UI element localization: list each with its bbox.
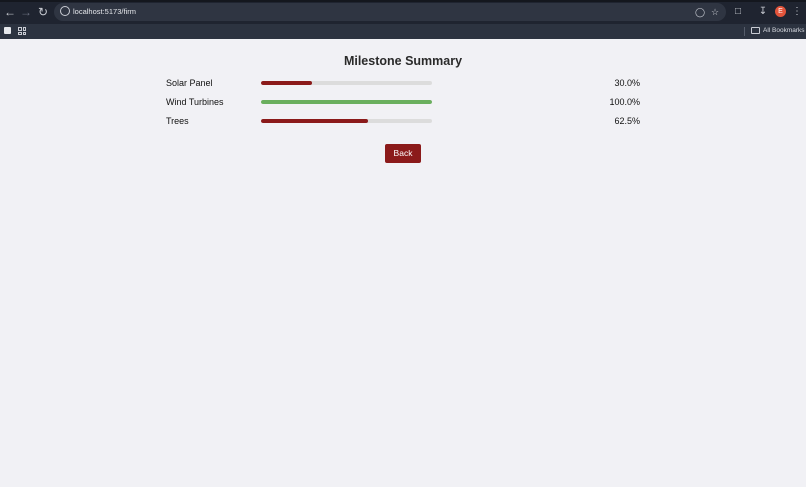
milestone-percent: 62.5% <box>614 116 640 126</box>
address-bar[interactable]: localhost:5173/firm ◯ ☆ <box>54 3 726 21</box>
apps-grid-icon[interactable] <box>18 27 26 35</box>
sidebar-toggle-icon[interactable] <box>4 27 11 34</box>
milestone-row: Wind Turbines 100.0% <box>0 95 806 109</box>
bookmarks-divider <box>744 27 745 36</box>
progress-fill <box>261 81 313 85</box>
milestone-label: Solar Panel <box>166 78 213 88</box>
progress-fill <box>261 100 432 104</box>
milestone-row: Solar Panel 30.0% <box>0 76 806 90</box>
browser-toolbar: ← → ↻ localhost:5173/firm ◯ ☆ □ ↧ E ⋮ <box>0 0 806 24</box>
bookmarks-bar: All Bookmarks <box>0 24 806 39</box>
reload-icon[interactable]: ↻ <box>36 5 50 19</box>
milestone-percent: 30.0% <box>614 78 640 88</box>
tab-strip-edge <box>0 0 806 2</box>
milestone-row: Trees 62.5% <box>0 114 806 128</box>
milestone-percent: 100.0% <box>609 97 640 107</box>
key-icon[interactable]: ◯ <box>694 6 706 18</box>
profile-avatar[interactable]: E <box>775 6 786 17</box>
folder-icon[interactable] <box>751 27 760 34</box>
address-url[interactable]: localhost:5173/firm <box>73 6 136 18</box>
milestone-label: Trees <box>166 116 189 126</box>
progress-track <box>261 100 432 104</box>
download-icon[interactable]: ↧ <box>756 5 770 19</box>
page-title: Milestone Summary <box>343 54 463 68</box>
back-button[interactable]: Back <box>385 144 421 163</box>
site-info-icon[interactable] <box>60 6 70 16</box>
kebab-menu-icon[interactable]: ⋮ <box>790 5 804 19</box>
star-icon[interactable]: ☆ <box>709 6 721 18</box>
puzzle-icon[interactable]: □ <box>731 5 745 19</box>
progress-track <box>261 81 432 85</box>
progress-fill <box>261 119 368 123</box>
all-bookmarks-label[interactable]: All Bookmarks <box>763 26 805 36</box>
progress-track <box>261 119 432 123</box>
back-arrow-icon[interactable]: ← <box>3 5 17 19</box>
forward-arrow-icon[interactable]: → <box>19 5 33 19</box>
milestone-label: Wind Turbines <box>166 97 224 107</box>
